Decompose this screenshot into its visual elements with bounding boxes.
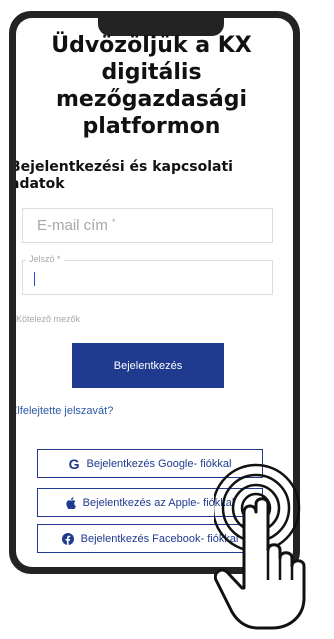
forgot-password-link[interactable]: Elfelejtette jelszavát? (16, 405, 113, 417)
google-icon: G (68, 455, 80, 472)
apple-icon (66, 496, 76, 509)
password-label: Jelszó * (26, 254, 64, 264)
login-button[interactable]: Bejelentkezés (72, 343, 224, 388)
pointing-hand-icon (211, 452, 328, 632)
google-login-label: Bejelentkezés Google- fiókkal (86, 457, 232, 470)
facebook-icon (61, 532, 74, 545)
required-fields-note: * Kötelező mezők (16, 314, 81, 324)
email-placeholder: E-mail cím * (37, 217, 116, 234)
required-star: * (112, 217, 116, 227)
password-field[interactable]: Jelszó * (22, 254, 273, 295)
text-caret (34, 272, 35, 286)
required-star: * (57, 254, 61, 264)
email-field[interactable]: E-mail cím * (22, 208, 273, 243)
section-title: Bejelentkezési és kapcsolati adatok (16, 159, 233, 192)
apple-login-label: Bejelentkezés az Apple- fiókkal (82, 496, 235, 509)
page-title: Üdvözöljük a KX digitális mezőgazdasági … (51, 33, 252, 139)
